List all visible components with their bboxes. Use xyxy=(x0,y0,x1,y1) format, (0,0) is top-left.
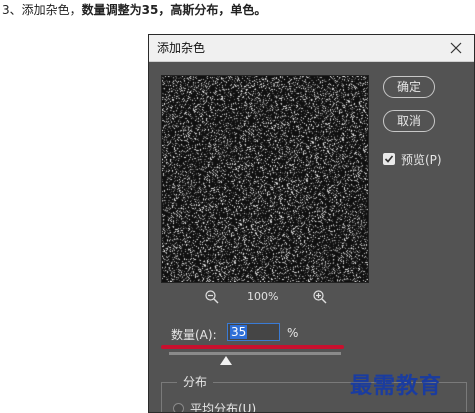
add-noise-dialog: 添加杂色 确定 取消 预览(P) 100% 数量(A): 35 % 分布 平均分… xyxy=(148,34,475,413)
noise-preview[interactable] xyxy=(161,75,369,283)
radio-uniform[interactable]: 平均分布(U) xyxy=(173,400,257,413)
amount-slider-track[interactable] xyxy=(169,352,341,355)
instruction-text: 3、添加杂色，数量调整为35，高斯分布，单色。 xyxy=(2,0,266,20)
watermark-logo: 最需教育 xyxy=(350,373,443,399)
instruction-bold: 数量调整为35，高斯分布，单色。 xyxy=(81,3,267,17)
slider-thumb-icon[interactable] xyxy=(220,356,232,366)
dialog-title: 添加杂色 xyxy=(157,41,206,55)
zoom-out-icon[interactable] xyxy=(204,289,220,305)
dialog-titlebar: 添加杂色 xyxy=(149,35,474,62)
checkbox-box[interactable] xyxy=(383,153,395,165)
close-icon[interactable] xyxy=(448,40,464,56)
amount-input[interactable]: 35 xyxy=(227,323,280,341)
preview-label: 预览(P) xyxy=(401,152,442,167)
amount-unit: % xyxy=(287,326,299,340)
ok-button[interactable]: 确定 xyxy=(383,76,435,98)
amount-value: 35 xyxy=(230,325,248,339)
highlight-underline xyxy=(161,345,344,349)
distribution-title: 分布 xyxy=(177,375,214,389)
instruction-prefix: 3、添加杂色， xyxy=(2,3,82,17)
radio-circle[interactable] xyxy=(173,402,184,412)
cancel-button[interactable]: 取消 xyxy=(383,110,435,132)
preview-checkbox[interactable]: 预览(P) xyxy=(383,151,442,167)
zoom-level: 100% xyxy=(247,290,279,303)
zoom-in-icon[interactable] xyxy=(312,289,328,305)
zoom-controls: 100% xyxy=(149,289,379,307)
amount-label: 数量(A): xyxy=(171,328,217,342)
uniform-label: 平均分布(U) xyxy=(190,401,257,413)
checkmark-icon xyxy=(384,155,394,163)
